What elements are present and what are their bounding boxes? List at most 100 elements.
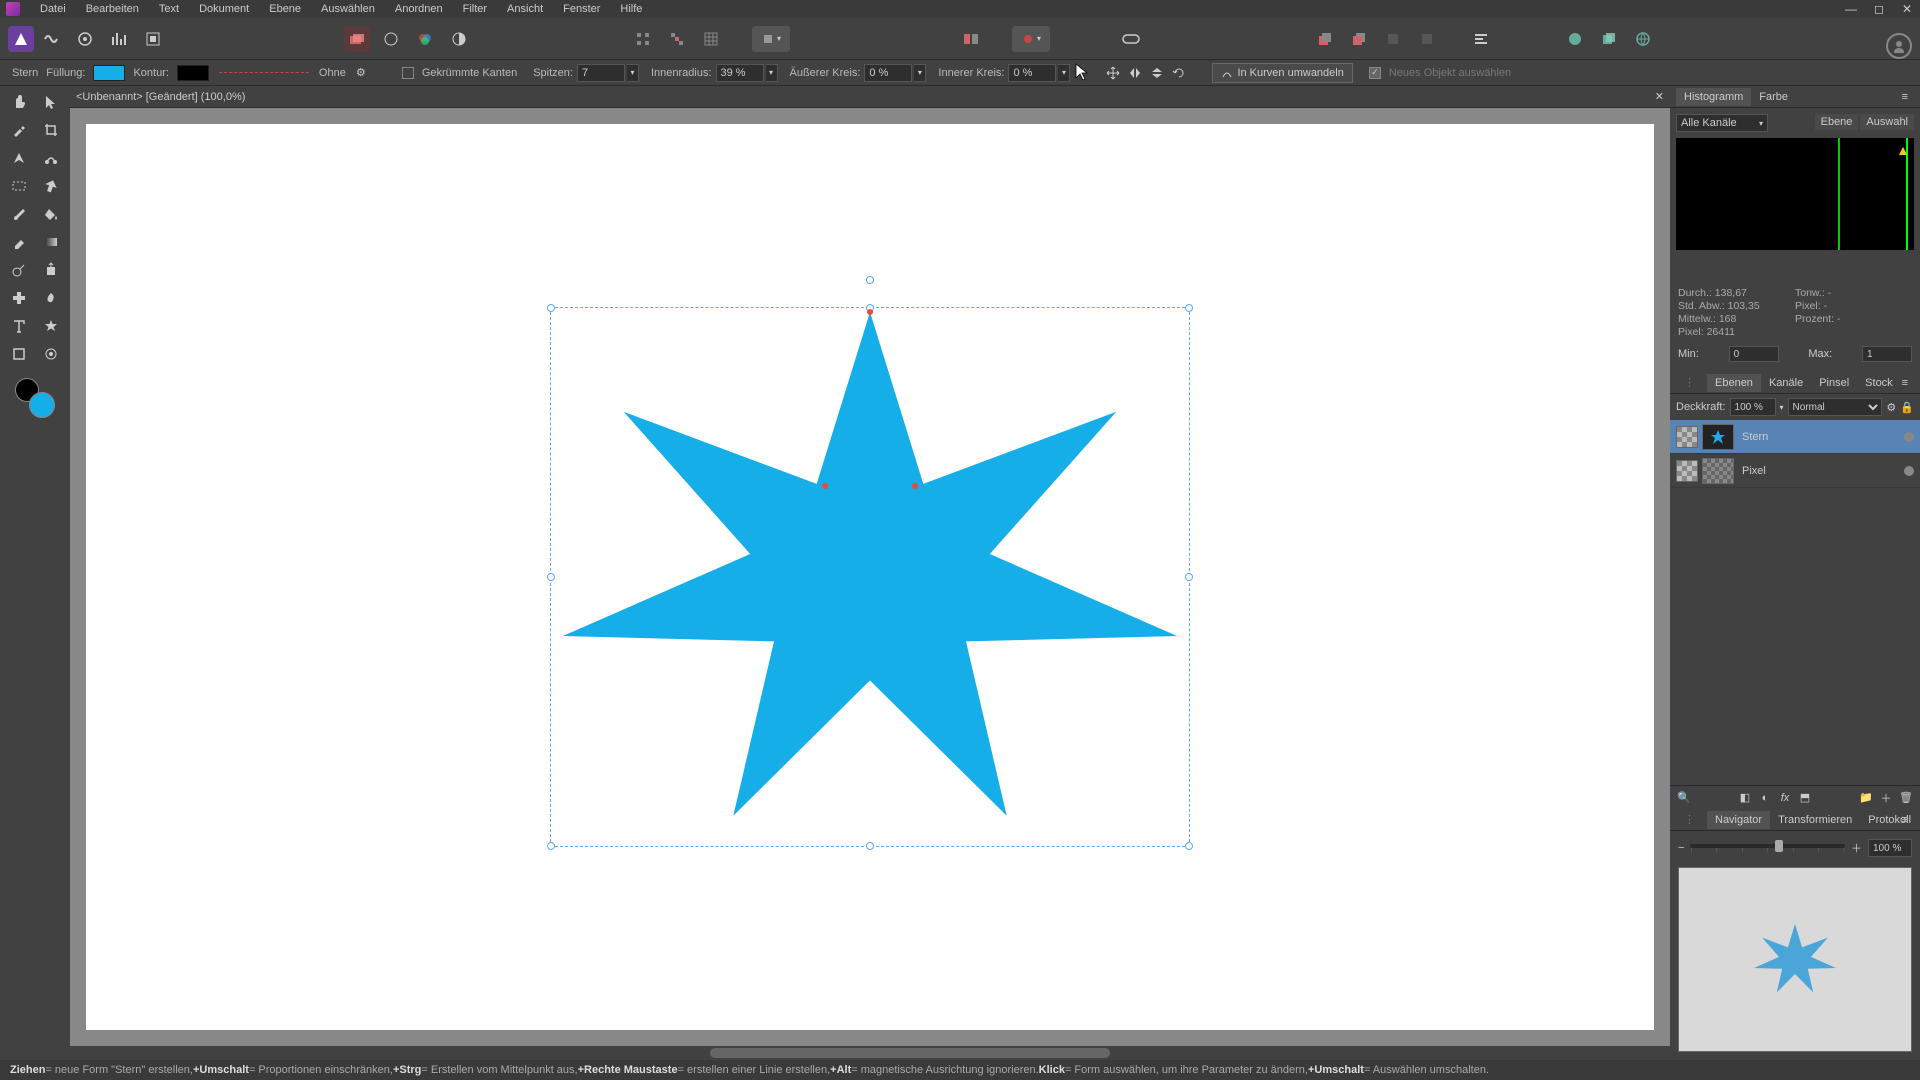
add-layer-icon[interactable]	[1562, 26, 1588, 52]
layer-fx-icon[interactable]: ⚙	[1886, 401, 1896, 414]
fill-tool-icon[interactable]	[37, 202, 65, 226]
node-tool-icon[interactable]	[37, 146, 65, 170]
auto-colors-icon[interactable]	[412, 26, 438, 52]
points-input[interactable]	[577, 64, 625, 82]
hist-min-input[interactable]	[1729, 346, 1779, 362]
grid-large-icon[interactable]	[698, 26, 724, 52]
photo-stack-icon[interactable]	[344, 26, 370, 52]
menu-hilfe[interactable]: Hilfe	[610, 1, 652, 17]
align-icon[interactable]	[1468, 26, 1494, 52]
nav-menu-icon[interactable]: ≡	[1894, 811, 1916, 829]
window-minimize-icon[interactable]: —	[1844, 2, 1858, 16]
text-tool-icon[interactable]	[5, 314, 33, 338]
global-icon[interactable]	[1630, 26, 1656, 52]
tab-transformieren[interactable]: Transformieren	[1770, 811, 1860, 829]
inner-radius-dropdown[interactable]: ▾	[766, 64, 778, 82]
opacity-input[interactable]	[1730, 398, 1776, 416]
photo-persona-icon[interactable]	[8, 26, 34, 52]
pen-tool-icon[interactable]	[5, 146, 33, 170]
menu-ansicht[interactable]: Ansicht	[497, 1, 553, 17]
tab-histogramm[interactable]: Histogramm	[1676, 88, 1751, 106]
window-maximize-icon[interactable]: ◻	[1872, 2, 1886, 16]
auto-contrast-icon[interactable]	[446, 26, 472, 52]
color-picker-tool-icon[interactable]	[5, 118, 33, 142]
scroll-thumb[interactable]	[710, 1048, 1110, 1058]
stroke-style-line[interactable]	[219, 72, 309, 74]
layer-visibility-icon[interactable]	[1904, 432, 1914, 442]
stroke-swatch[interactable]	[177, 65, 209, 81]
liquify-persona-icon[interactable]	[38, 26, 64, 52]
tab-pinsel[interactable]: Pinsel	[1811, 374, 1857, 392]
erase-tool-icon[interactable]	[5, 230, 33, 254]
mesh-tool-icon[interactable]	[37, 342, 65, 366]
layer-check-icon[interactable]	[1676, 426, 1698, 448]
channels-select[interactable]: Alle Kanäle	[1676, 114, 1768, 132]
layer-delete-icon[interactable]: 🗑	[1896, 789, 1916, 807]
blend-mode-select[interactable]: Normal	[1788, 398, 1883, 416]
panel-menu-icon[interactable]: ≡	[1894, 88, 1916, 106]
tone-map-persona-icon[interactable]	[106, 26, 132, 52]
healing-tool-icon[interactable]	[5, 286, 33, 310]
outer-circle-input[interactable]	[864, 64, 912, 82]
nav-drag-icon[interactable]: ⋮	[1676, 810, 1703, 829]
outer-circle-dropdown[interactable]: ▾	[914, 64, 926, 82]
inner-radius-input[interactable]	[716, 64, 764, 82]
layer-name-stern[interactable]: Stern	[1742, 431, 1768, 443]
layer-group-icon[interactable]: 📁	[1856, 789, 1876, 807]
menu-dokument[interactable]: Dokument	[189, 1, 259, 17]
menu-bearbeiten[interactable]: Bearbeiten	[76, 1, 149, 17]
layer-fx2-icon[interactable]: fx	[1775, 789, 1795, 807]
opacity-dropdown[interactable]: ▾	[1780, 403, 1784, 412]
layer-row-pixel[interactable]: Pixel	[1670, 454, 1920, 488]
layer-name-pixel[interactable]: Pixel	[1742, 465, 1766, 477]
move-tool-icon[interactable]	[37, 90, 65, 114]
smudge-tool-icon[interactable]	[37, 286, 65, 310]
shape-tool-icon[interactable]	[5, 342, 33, 366]
clone-tool-icon[interactable]	[37, 258, 65, 282]
layer-adjust-icon[interactable]: ◐	[1755, 789, 1775, 807]
flood-select-tool-icon[interactable]	[37, 174, 65, 198]
fill-swatch[interactable]	[93, 65, 125, 81]
order-back-icon[interactable]	[1312, 26, 1338, 52]
layers-menu-icon[interactable]: ≡	[1894, 374, 1916, 392]
dup-layer-icon[interactable]	[1596, 26, 1622, 52]
panel-drag-icon[interactable]: ⋮	[1676, 373, 1703, 392]
canvas[interactable]	[86, 124, 1654, 1030]
new-object-checkbox[interactable]: ✓	[1369, 67, 1381, 79]
stroke-settings-icon[interactable]: ⚙	[350, 63, 372, 83]
brush-tool-icon[interactable]	[5, 202, 33, 226]
layer-search-icon[interactable]: 🔍	[1674, 789, 1694, 807]
quick-mask-icon[interactable]	[1118, 26, 1144, 52]
color-swatches[interactable]	[15, 378, 55, 418]
transform-flip-h-icon[interactable]	[1124, 63, 1146, 83]
transform-rotate-icon[interactable]	[1168, 63, 1190, 83]
layer-row-stern[interactable]: Stern	[1670, 420, 1920, 454]
auto-levels-icon[interactable]	[378, 26, 404, 52]
layer-visibility2-icon[interactable]	[1904, 466, 1914, 476]
front-color-circle[interactable]	[29, 392, 55, 418]
zoom-slider[interactable]	[1690, 844, 1845, 848]
transform-flip-v-icon[interactable]	[1146, 63, 1168, 83]
layer-mask-icon[interactable]: ◧	[1735, 789, 1755, 807]
hist-selection-button[interactable]: Auswahl	[1860, 114, 1914, 130]
layer-lock-icon[interactable]: 🔒	[1900, 401, 1914, 414]
convert-curves-button[interactable]: In Kurven umwandeln	[1212, 63, 1352, 83]
zoom-out-button[interactable]: −	[1678, 842, 1684, 854]
document-tab-label[interactable]: <Unbenannt> [Geändert] (100,0%)	[76, 91, 245, 103]
menu-auswaehlen[interactable]: Auswählen	[311, 1, 385, 17]
inner-circle-input[interactable]	[1008, 64, 1056, 82]
layer-crop-icon[interactable]: ⬒	[1795, 789, 1815, 807]
grid-center-icon[interactable]	[664, 26, 690, 52]
menu-fenster[interactable]: Fenster	[553, 1, 610, 17]
zoom-input[interactable]	[1868, 839, 1912, 857]
arrange-left-icon[interactable]	[958, 26, 984, 52]
order-front-icon[interactable]	[1346, 26, 1372, 52]
tab-navigator[interactable]: Navigator	[1707, 811, 1770, 829]
transform-move-icon[interactable]	[1102, 63, 1124, 83]
zoom-slider-thumb[interactable]	[1775, 840, 1783, 852]
menu-datei[interactable]: Datei	[30, 1, 76, 17]
horizontal-scrollbar[interactable]	[70, 1046, 1670, 1060]
document-tab-close-icon[interactable]: ✕	[1655, 90, 1664, 103]
inner-circle-dropdown[interactable]: ▾	[1058, 64, 1070, 82]
star-tool-icon[interactable]	[37, 314, 65, 338]
